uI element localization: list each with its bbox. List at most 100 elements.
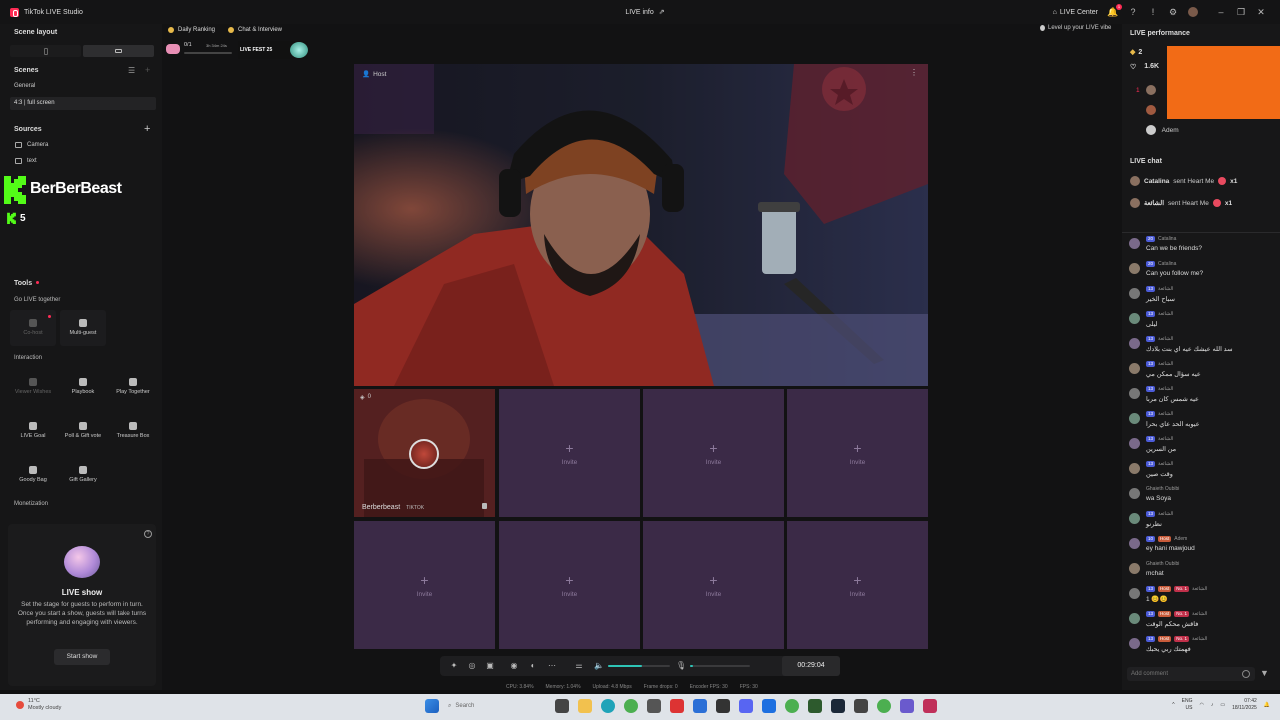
- tool-goody-bag[interactable]: Goody Bag: [10, 457, 56, 493]
- daily-ranking-button[interactable]: Daily Ranking: [168, 25, 215, 35]
- app-icon[interactable]: [716, 699, 730, 713]
- emoji-icon[interactable]: [1242, 670, 1250, 678]
- chat-message[interactable]: 10 Host Adem ey hani mawjoud: [1127, 536, 1277, 560]
- wifi-icon[interactable]: ◠: [1200, 702, 1204, 708]
- chat-message[interactable]: 20 Catalina Can you follow me?: [1127, 261, 1277, 285]
- invite-slot[interactable]: + Invite: [499, 521, 640, 649]
- file-explorer-icon[interactable]: [578, 699, 592, 713]
- volume-slider[interactable]: [608, 665, 670, 667]
- chat-message[interactable]: Ghaieth Oubibi mchat: [1127, 561, 1277, 585]
- magic-wand-icon[interactable]: ✦: [450, 662, 458, 670]
- host-video[interactable]: 👤 Host ⋮: [354, 64, 928, 386]
- chat-message[interactable]: 13 الشائعة سباح الخير: [1127, 286, 1277, 310]
- chat-message[interactable]: 13 الشائعة سد الله عيشك عيه اي بنت بلادك: [1127, 336, 1277, 360]
- camera-toggle-icon[interactable]: ◐: [529, 662, 537, 670]
- effects-icon[interactable]: ◎: [468, 662, 476, 670]
- live-center-button[interactable]: ⌂ LIVE Center: [1053, 9, 1098, 16]
- live-info-button[interactable]: LIVE info ⇗: [600, 8, 690, 17]
- invite-slot[interactable]: + Invite: [643, 389, 784, 517]
- chat-message[interactable]: 13 Host No. 1 الشائعة فاقش محكم الوقت: [1127, 611, 1277, 635]
- chat-interview-button[interactable]: Chat & Interview: [228, 25, 282, 35]
- chrome-icon[interactable]: [624, 699, 638, 713]
- record-icon[interactable]: ◉: [510, 662, 518, 670]
- filter-icon[interactable]: ▼: [1260, 668, 1269, 678]
- help-icon[interactable]: ?: [1128, 7, 1138, 17]
- speaker-icon[interactable]: 🔈: [594, 662, 604, 670]
- add-source-icon[interactable]: +: [144, 123, 150, 135]
- chat-message[interactable]: 13 الشائعة عيه سؤال ممكن مي: [1127, 361, 1277, 385]
- more-options-icon[interactable]: ⋮: [910, 68, 918, 77]
- volume-icon[interactable]: ♪: [1211, 702, 1214, 708]
- taskbar-search[interactable]: ⌕ Search: [448, 699, 546, 713]
- battery-icon[interactable]: ▭: [1220, 702, 1225, 708]
- steam-icon[interactable]: [831, 699, 845, 713]
- invite-slot[interactable]: + Invite: [787, 389, 928, 517]
- chat-message[interactable]: 13 Host No. 1 الشائعة فهمتك ربي يحبك: [1127, 636, 1277, 660]
- tool-gift-gallery[interactable]: Gift Gallery: [60, 457, 106, 493]
- tool-viewer-wishes[interactable]: Viewer Wishes: [10, 369, 56, 405]
- landscape-layout-button[interactable]: [83, 45, 154, 57]
- chat-message[interactable]: 13 الشائعة نظرنو: [1127, 511, 1277, 535]
- layout-icon[interactable]: ▣: [486, 662, 494, 670]
- live-studio-icon[interactable]: [762, 699, 776, 713]
- chat-message[interactable]: 13 الشائعة عيوبه الحد عاي بحرا: [1127, 411, 1277, 435]
- settings-icon[interactable]: ⚙: [1168, 7, 1178, 17]
- close-icon[interactable]: ✕: [1256, 7, 1266, 17]
- add-scene-icon[interactable]: +: [145, 65, 150, 75]
- profile-avatar[interactable]: [1188, 7, 1198, 17]
- tool-live-goal[interactable]: LIVE Goal: [10, 413, 56, 449]
- add-comment-input[interactable]: Add comment: [1127, 667, 1255, 681]
- app-icon[interactable]: [647, 699, 661, 713]
- invite-slot[interactable]: + Invite: [787, 521, 928, 649]
- clock[interactable]: 07:42 18/11/2025: [1232, 698, 1257, 711]
- app-icon[interactable]: [670, 699, 684, 713]
- level-up-chip[interactable]: Level up your LIVE vibe: [1040, 25, 1111, 31]
- tool-playbook[interactable]: Playbook: [60, 369, 106, 405]
- chat-message[interactable]: 13 الشائعة من السرين: [1127, 436, 1277, 460]
- chat-message[interactable]: 13 الشائعة عيه شمس كان مربا: [1127, 386, 1277, 410]
- app-icon[interactable]: [854, 699, 868, 713]
- live-fest-banner[interactable]: LIVE FEST 25: [238, 41, 308, 59]
- ranking-widget[interactable]: 0/1 3h 34m 24s: [166, 40, 236, 58]
- notifications-icon[interactable]: 🔔: [1264, 702, 1270, 708]
- portrait-layout-button[interactable]: [10, 45, 81, 57]
- tray-chevron-icon[interactable]: ^: [1172, 702, 1174, 708]
- chat-message[interactable]: 13 الشائعة وقت صين: [1127, 461, 1277, 485]
- guest-tile[interactable]: ◈ 0 Berberbeast TIKTOK: [354, 389, 495, 517]
- microphone-icon[interactable]: 🎙: [676, 662, 686, 670]
- minimize-icon[interactable]: –: [1216, 7, 1226, 17]
- weather-widget[interactable]: 11°C Mostly cloudy: [16, 698, 61, 711]
- tool-multi-guest[interactable]: Multi-guest: [60, 310, 106, 346]
- chat-message[interactable]: 13 الشائعة ليلى: [1127, 311, 1277, 335]
- mixer-icon[interactable]: ⚌: [575, 662, 583, 670]
- chrome-icon[interactable]: [785, 699, 799, 713]
- edge-icon[interactable]: [601, 699, 615, 713]
- chat-message[interactable]: Ghaieth Oubibi wa Soya: [1127, 486, 1277, 510]
- tool-play-together[interactable]: Play Together: [110, 369, 156, 405]
- terminal-icon[interactable]: [808, 699, 822, 713]
- start-show-button[interactable]: Start show: [54, 649, 110, 665]
- discord-icon[interactable]: [739, 699, 753, 713]
- invite-slot[interactable]: + Invite: [643, 521, 784, 649]
- source-item-camera[interactable]: Camera: [15, 142, 48, 148]
- invite-slot[interactable]: + Invite: [499, 389, 640, 517]
- source-item-text[interactable]: text: [15, 158, 37, 164]
- bell-icon[interactable]: 🔔 1: [1107, 4, 1122, 17]
- chat-message[interactable]: 20 Catalina Can we be friends?: [1127, 236, 1277, 260]
- task-view-icon[interactable]: [555, 699, 569, 713]
- mic-slider[interactable]: [690, 665, 750, 667]
- windows-start-icon[interactable]: [425, 699, 439, 713]
- chat-message[interactable]: 13 Host No. 1 الشائعة 1 😊😊: [1127, 586, 1277, 610]
- help-circle-icon[interactable]: ?: [144, 530, 152, 538]
- alert-icon[interactable]: !: [1148, 7, 1158, 17]
- malwarebytes-icon[interactable]: [693, 699, 707, 713]
- language-indicator[interactable]: ENG US: [1182, 698, 1193, 711]
- maximize-icon[interactable]: ❐: [1236, 7, 1246, 17]
- app-icon[interactable]: [900, 699, 914, 713]
- scene-item-fullscreen[interactable]: 4:3 | full screen: [10, 97, 156, 110]
- tiktok-icon[interactable]: [923, 699, 937, 713]
- invite-slot[interactable]: + Invite: [354, 521, 495, 649]
- more-icon[interactable]: ⋯: [548, 662, 556, 670]
- tool-treasure-box[interactable]: Treasure Box: [110, 413, 156, 449]
- scene-list-icon[interactable]: ☰: [128, 66, 135, 75]
